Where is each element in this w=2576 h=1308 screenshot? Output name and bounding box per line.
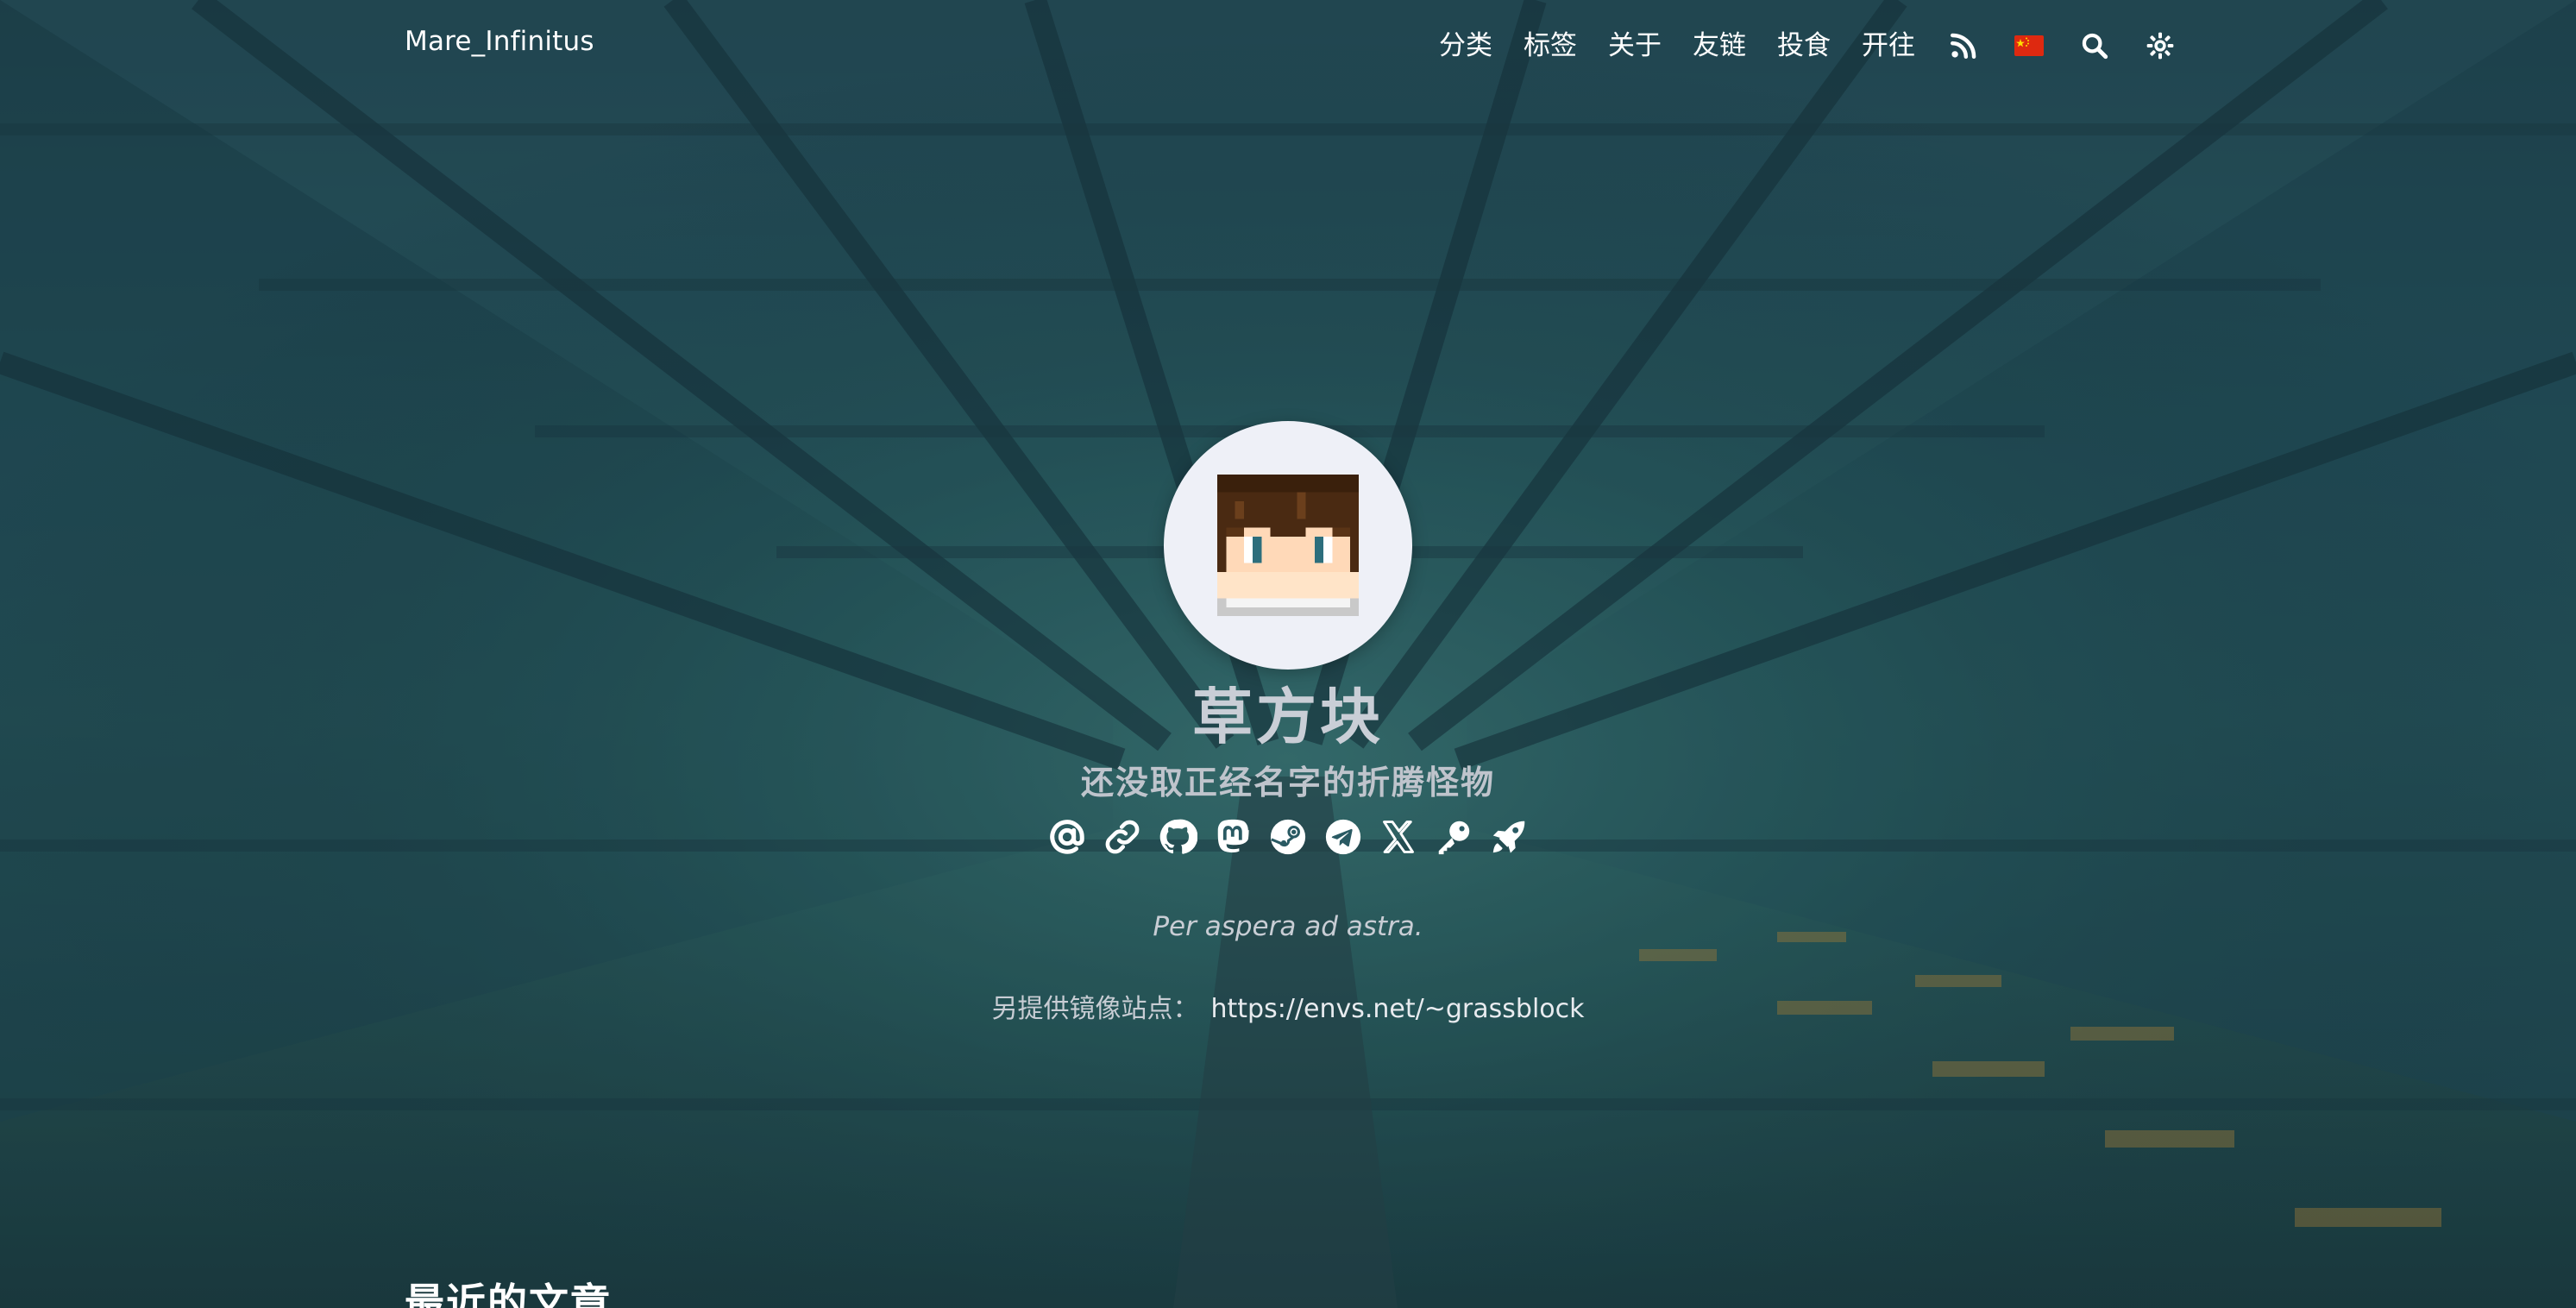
nav-menu: 分类 标签 关于 友链 投食 开往	[1408, 22, 2177, 69]
nav-item-tags[interactable]: 标签	[1524, 22, 1577, 69]
profile-hero: 草方块 还没取正经名字的折腾怪物 Per aspera ad astra. 另提…	[0, 421, 2576, 1025]
profile-name: 草方块	[1192, 682, 1384, 752]
profile-motto: Per aspera ad astra.	[1153, 911, 1423, 942]
rss-icon[interactable]	[1946, 28, 1981, 63]
avatar	[1164, 421, 1412, 670]
nav-item-donate[interactable]: 投食	[1777, 22, 1831, 69]
rocket-icon[interactable]	[1488, 816, 1530, 858]
mirror-site-link[interactable]: https://envs.net/~grassblock	[1210, 994, 1584, 1024]
mirror-site-line: 另提供镜像站点： https://envs.net/~grassblock	[0, 987, 2576, 1025]
search-icon[interactable]	[2077, 28, 2112, 63]
nav-item-friend-links[interactable]: 友链	[1693, 22, 1746, 69]
key-icon[interactable]	[1433, 816, 1474, 858]
link-icon[interactable]	[1102, 816, 1143, 858]
top-navigation: Mare_Infinitus 分类 标签 关于 友链 投食 开往	[0, 0, 2576, 91]
mirror-site-label: 另提供镜像站点：	[991, 994, 1199, 1024]
minecraft-avatar-image	[1217, 475, 1359, 616]
cn-flag-icon[interactable]	[2012, 28, 2046, 63]
nav-item-categories[interactable]: 分类	[1439, 22, 1492, 69]
github-icon[interactable]	[1157, 816, 1198, 858]
x-icon[interactable]	[1378, 816, 1419, 858]
social-links	[0, 816, 2576, 858]
telegram-icon[interactable]	[1323, 816, 1364, 858]
profile-subtitle: 还没取正经名字的折腾怪物	[1080, 764, 1495, 802]
recent-posts-heading: 最近的文章	[405, 1280, 612, 1308]
theme-toggle-icon[interactable]	[2143, 28, 2177, 63]
email-icon[interactable]	[1046, 816, 1088, 858]
steam-icon[interactable]	[1267, 816, 1309, 858]
mastodon-icon[interactable]	[1212, 816, 1253, 858]
nav-item-about[interactable]: 关于	[1608, 22, 1662, 69]
site-brand-link[interactable]: Mare_Infinitus	[405, 26, 594, 57]
page: Mare_Infinitus 分类 标签 关于 友链 投食 开往 草方块 还没取…	[0, 0, 2576, 1308]
nav-item-travelling[interactable]: 开往	[1862, 22, 1915, 69]
